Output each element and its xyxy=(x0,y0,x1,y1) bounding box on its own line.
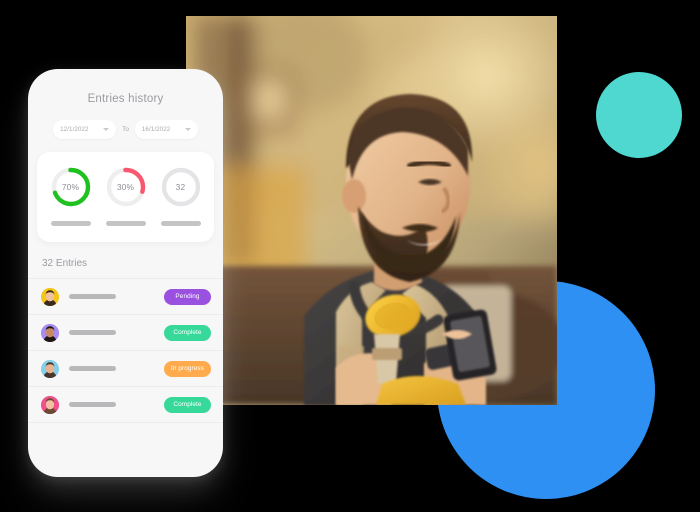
hero-photo xyxy=(186,16,557,405)
entry-row[interactable]: Complete xyxy=(28,315,223,352)
donut-value-label: 32 xyxy=(175,182,186,192)
status-badge[interactable]: In progress xyxy=(164,360,211,377)
donut-chart: 70% xyxy=(50,166,92,208)
entries-list: Pending Complete In progress Complete xyxy=(28,278,223,424)
date-range-picker: 12/1/2022 To 16/1/2022 xyxy=(28,120,223,139)
entry-placeholder-bar xyxy=(69,330,116,336)
screenshot-stage: Entries history 12/1/2022 To 16/1/2022 7… xyxy=(0,0,700,512)
date-from-value: 12/1/2022 xyxy=(60,126,89,133)
status-badge[interactable]: Complete xyxy=(164,324,211,341)
status-badge[interactable]: Pending xyxy=(164,288,211,305)
entry-placeholder-bar xyxy=(69,402,116,408)
avatar xyxy=(41,287,59,306)
entry-row[interactable]: Complete xyxy=(28,387,223,424)
donut-value-label: 30% xyxy=(116,182,135,192)
entries-count-header: 32 Entries xyxy=(42,258,88,270)
phone-mockup: Entries history 12/1/2022 To 16/1/2022 7… xyxy=(28,69,223,477)
avatar xyxy=(41,359,59,378)
date-to-input[interactable]: 16/1/2022 xyxy=(134,120,198,139)
avatar xyxy=(41,323,59,342)
entry-placeholder-bar xyxy=(69,366,116,372)
entry-placeholder-bar xyxy=(69,294,116,300)
stat-placeholder-bar xyxy=(50,221,91,227)
donut-chart: 30% xyxy=(105,166,147,208)
date-range-to-label: To xyxy=(122,126,129,133)
teal-circle xyxy=(596,72,682,158)
donut-row: 70% 30% 32 xyxy=(43,166,208,227)
avatar xyxy=(41,395,59,414)
stat-completion-rate: 70% xyxy=(44,166,98,227)
chevron-down-icon xyxy=(103,128,110,131)
date-to-value: 16/1/2022 xyxy=(141,126,171,133)
chevron-down-icon xyxy=(184,128,191,131)
stat-pending-rate: 30% xyxy=(99,166,153,227)
stats-card: 70% 30% 32 xyxy=(37,152,214,243)
page-title: Entries history xyxy=(87,93,164,105)
stat-placeholder-bar xyxy=(160,221,201,227)
status-badge[interactable]: Complete xyxy=(164,396,211,413)
donut-value-label: 70% xyxy=(61,182,80,192)
stat-total-entries: 32 xyxy=(154,166,208,227)
entry-row[interactable]: In progress xyxy=(28,351,223,388)
date-from-input[interactable]: 12/1/2022 xyxy=(53,120,117,139)
entry-row[interactable]: Pending xyxy=(28,279,223,316)
hero-photo-image xyxy=(186,16,557,405)
donut-chart: 32 xyxy=(160,166,202,208)
stat-placeholder-bar xyxy=(105,221,146,227)
